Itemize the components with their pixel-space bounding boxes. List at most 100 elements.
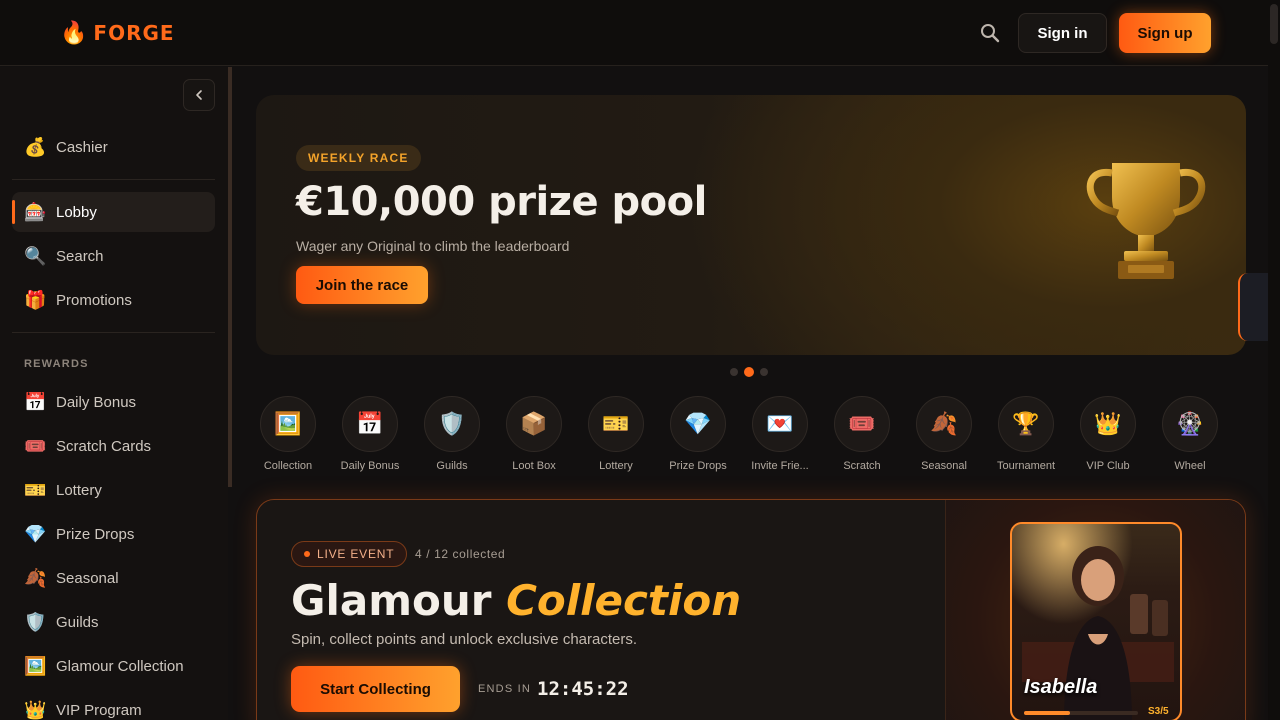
gift-icon: 🎁 [24, 290, 47, 310]
category-row: 🖼️ Collection 📅 Daily Bonus 🛡️ Guilds 📦 … [256, 396, 1246, 476]
calendar-icon: 📅 [24, 392, 47, 412]
hero-title: €10,000 prize pool [296, 179, 707, 225]
hero-banner[interactable]: WEEKLY RACE €10,000 prize pool Wager any… [256, 95, 1246, 355]
sidebar-item-seasonal[interactable]: 🍂 Seasonal [12, 558, 215, 598]
category-wheel[interactable]: 🎡 Wheel [1154, 396, 1226, 472]
sign-in-button[interactable]: Sign in [1018, 13, 1107, 53]
shield-icon: 🛡️ [424, 396, 480, 452]
sidebar-item-vip-program[interactable]: 👑 VIP Program [12, 690, 215, 720]
hero-subtitle: Wager any Original to climb the leaderbo… [296, 238, 570, 254]
sidebar-item-label: Search [56, 247, 104, 265]
page-scrollbar-thumb[interactable] [1270, 4, 1278, 44]
collapse-sidebar-button[interactable] [183, 79, 215, 111]
character-count: S3/5 [1148, 706, 1169, 717]
sidebar-item-daily-bonus[interactable]: 📅 Daily Bonus [12, 382, 215, 422]
sidebar-item-label: Cashier [56, 138, 108, 156]
live-event-label: LIVE EVENT [317, 547, 395, 561]
category-vip-club[interactable]: 👑 VIP Club [1072, 396, 1144, 472]
leaf-icon: 🍂 [24, 568, 47, 588]
category-label: Lottery [599, 460, 633, 472]
sidebar-scrollbar[interactable] [228, 67, 232, 487]
category-label: Seasonal [921, 460, 967, 472]
chevron-left-icon [196, 90, 202, 100]
collected-count: 4 / 12 collected [415, 547, 506, 561]
sidebar-item-promotions[interactable]: 🎁 Promotions [12, 280, 215, 320]
ticket-icon: 🎟️ [24, 436, 47, 456]
hero-badge: WEEKLY RACE [296, 145, 421, 171]
lottery-ticket-icon: 🎫 [24, 480, 47, 500]
sidebar-item-guilds[interactable]: 🛡️ Guilds [12, 602, 215, 642]
envelope-heart-icon: 💌 [752, 396, 808, 452]
sidebar-item-search[interactable]: 🔍 Search [12, 236, 215, 276]
carousel-dot-active[interactable] [744, 367, 754, 377]
picture-icon: 🖼️ [260, 396, 316, 452]
ticket-icon: 🎟️ [834, 396, 890, 452]
event-title-highlight: Collection [506, 576, 742, 625]
trophy-icon [1086, 163, 1206, 279]
category-guilds[interactable]: 🛡️ Guilds [416, 396, 488, 472]
slot-machine-icon: 🎰 [24, 202, 47, 222]
page-scrollbar[interactable] [1268, 0, 1280, 720]
character-progress-bar [1024, 711, 1138, 715]
carousel-dot[interactable] [760, 368, 768, 376]
ends-in-label: ENDS IN [478, 683, 532, 695]
event-title-main: Glamour [291, 576, 492, 625]
character-card[interactable]: Isabella S3/5 [1010, 522, 1182, 720]
picture-icon: 🖼️ [24, 656, 47, 676]
live-dot-icon [304, 551, 310, 557]
category-label: Scratch [843, 460, 881, 472]
logo-text: FORGE [93, 21, 175, 45]
sidebar-item-glamour-collection[interactable]: 🖼️ Glamour Collection [12, 646, 215, 686]
category-label: Prize Drops [669, 460, 727, 472]
next-slide-peek[interactable] [1238, 273, 1268, 341]
magnifier-icon: 🔍 [24, 246, 47, 266]
diamond-icon: 💎 [670, 396, 726, 452]
category-collection[interactable]: 🖼️ Collection [252, 396, 324, 472]
flame-icon: 🔥 [60, 20, 88, 45]
category-loot-box[interactable]: 📦 Loot Box [498, 396, 570, 472]
event-card: LIVE EVENT 4 / 12 collected Glamour Coll… [256, 499, 1246, 720]
sidebar-item-lobby[interactable]: 🎰 Lobby [12, 192, 215, 232]
sidebar-item-scratch-cards[interactable]: 🎟️ Scratch Cards [12, 426, 215, 466]
wheel-icon: 🎡 [1162, 396, 1218, 452]
sidebar-divider [12, 332, 215, 333]
sidebar-item-label: Lottery [56, 481, 102, 499]
event-subtitle: Spin, collect points and unlock exclusiv… [291, 631, 638, 648]
sidebar-item-cashier[interactable]: 💰 Cashier [12, 127, 215, 167]
sidebar: 💰 Cashier 🎰 Lobby 🔍 Search 🎁 Promotions … [0, 67, 228, 720]
search-icon[interactable] [976, 19, 1004, 47]
category-invite-friends[interactable]: 💌 Invite Frie... [744, 396, 816, 472]
join-race-button[interactable]: Join the race [296, 266, 428, 304]
category-label: VIP Club [1086, 460, 1130, 472]
start-collecting-button[interactable]: Start Collecting [291, 666, 460, 712]
category-seasonal[interactable]: 🍂 Seasonal [908, 396, 980, 472]
category-tournament[interactable]: 🏆 Tournament [990, 396, 1062, 472]
event-showcase: Isabella S3/5 [945, 500, 1245, 720]
category-label: Guilds [436, 460, 468, 472]
category-label: Daily Bonus [340, 460, 400, 472]
sidebar-item-label: Glamour Collection [56, 657, 184, 675]
category-scratch[interactable]: 🎟️ Scratch [826, 396, 898, 472]
character-progress-fill [1024, 711, 1070, 715]
leaf-icon: 🍂 [916, 396, 972, 452]
logo[interactable]: 🔥 FORGE [60, 20, 175, 46]
live-event-badge: LIVE EVENT [291, 541, 408, 567]
character-name: Isabella [1024, 676, 1098, 698]
sidebar-item-label: Daily Bonus [56, 393, 137, 411]
category-lottery[interactable]: 🎫 Lottery [580, 396, 652, 472]
category-label: Wheel [1174, 460, 1206, 472]
event-title: Glamour Collection [291, 576, 741, 625]
sidebar-item-lottery[interactable]: 🎫 Lottery [12, 470, 215, 510]
carousel-dot[interactable] [730, 368, 738, 376]
category-daily-bonus[interactable]: 📅 Daily Bonus [334, 396, 406, 472]
sidebar-item-prize-drops[interactable]: 💎 Prize Drops [12, 514, 215, 554]
sign-up-button[interactable]: Sign up [1119, 13, 1211, 53]
category-prize-drops[interactable]: 💎 Prize Drops [662, 396, 734, 472]
calendar-icon: 📅 [342, 396, 398, 452]
crown-icon: 👑 [1080, 396, 1136, 452]
sidebar-divider [12, 179, 215, 180]
category-label: Tournament [996, 460, 1056, 472]
sidebar-item-label: Guilds [56, 613, 99, 631]
sidebar-item-label: Lobby [56, 203, 97, 221]
countdown-timer: 12:45:22 [537, 678, 629, 700]
